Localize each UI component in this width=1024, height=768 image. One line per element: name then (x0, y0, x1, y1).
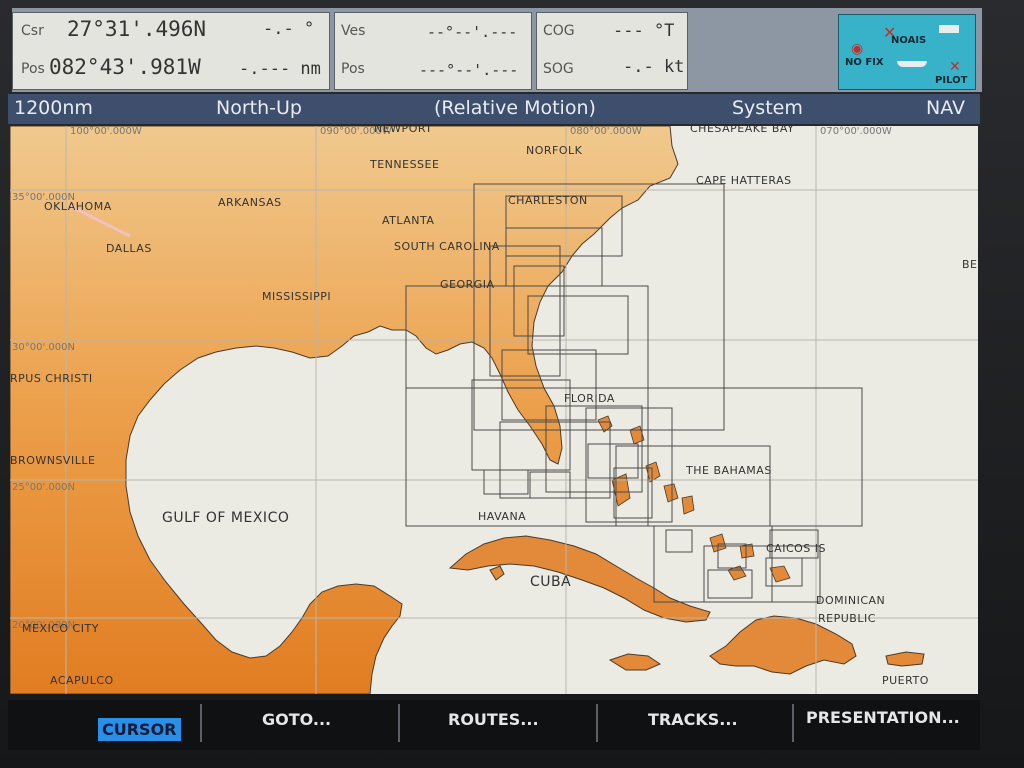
lon-label-080w: 080°00'.000W (570, 126, 642, 137)
lat-label-25n: 25°00'.000N (12, 482, 75, 493)
label-mexico-city: MEXICO CITY (22, 622, 99, 635)
label-corpus-christi: RPUS CHRISTI (10, 372, 93, 385)
label-brownsville: BROWNSVILLE (10, 454, 96, 467)
label-charleston: CHARLESTON (508, 194, 588, 207)
gps-icon: ◉ (851, 41, 864, 57)
presentation-softkey[interactable]: PRESENTATION... (806, 708, 960, 727)
orientation-mode[interactable]: North-Up (216, 97, 302, 119)
label-mississippi: MISSISSIPPI (262, 290, 332, 303)
label-newport: NEWPORT (374, 126, 433, 135)
data-header: Csr 27°31'.496N -.- ° Pos 082°43'.981W -… (12, 8, 982, 92)
noais-status: NOAIS (891, 35, 927, 46)
softkey-divider (596, 704, 598, 742)
mode-bar: 1200nm North-Up (Relative Motion) System… (8, 94, 980, 124)
status-panel: ✕ NOAIS ◉ NO FIX ✕ PILOT (838, 14, 976, 90)
label-puerto: PUERTO (882, 674, 929, 687)
label-cuba: CUBA (530, 574, 572, 590)
softkey-divider (792, 704, 794, 742)
cursor-bearing: -.- ° (263, 19, 315, 39)
label-chesapeake-bay: CHESAPEAKE BAY (690, 126, 795, 135)
chart-canvas[interactable] (10, 126, 978, 694)
cursor-longitude: 082°43'.981W (49, 55, 201, 79)
label-arkansas: ARKANSAS (218, 196, 282, 209)
label-dominican: DOMINICAN (816, 594, 886, 607)
label-georgia: GEORGIA (440, 278, 495, 291)
cog-label: COG (543, 23, 575, 39)
ves-label: Ves (341, 23, 366, 39)
pilot-icon: ✕ (949, 59, 961, 75)
label-tennessee: TENNESSEE (370, 158, 440, 171)
chart-view[interactable]: 100°00'.000W 090°00'.000W 080°00'.000W 0… (10, 126, 978, 694)
label-be: BE (962, 258, 978, 271)
lon-label-100w: 100°00'.000W (70, 126, 142, 137)
vessel-latitude: --°--'.--- (427, 23, 518, 41)
pilot-status: PILOT (935, 75, 968, 86)
landmass-cuba (448, 535, 711, 623)
vessel-position-box: Ves --°--'.--- Pos ---°--'.--- (334, 12, 532, 90)
label-acapulco: ACAPULCO (50, 674, 114, 687)
cursor-softkey[interactable]: CURSOR (98, 718, 181, 741)
softkey-divider (398, 704, 400, 742)
label-dallas: DALLAS (106, 242, 152, 255)
boat-icon (897, 61, 927, 67)
bahamas-islands (597, 415, 791, 583)
antenna-icon (939, 25, 959, 33)
sog-value: -.- kt (623, 57, 685, 77)
label-florida: FLORIDA (564, 392, 615, 405)
pos-label: Pos (21, 61, 45, 77)
label-cape-hatteras: CAPE HATTERAS (696, 174, 792, 187)
landmass-puerto-rico (885, 651, 925, 667)
system-label: System (732, 97, 803, 119)
lon-label-070w: 070°00'.000W (820, 126, 892, 137)
cog-value: --- °T (613, 21, 675, 41)
range-scale[interactable]: 1200nm (14, 97, 93, 119)
vessel-pos-label: Pos (341, 61, 365, 77)
tracks-softkey[interactable]: TRACKS... (648, 710, 738, 729)
softkey-divider (200, 704, 202, 742)
nav-mode: NAV (926, 97, 965, 119)
vessel-longitude: ---°--'.--- (419, 61, 519, 79)
landmass-isle-of-youth (489, 565, 505, 581)
label-republic: REPUBLIC (818, 612, 876, 625)
label-atlanta: ATLANTA (382, 214, 435, 227)
label-norfolk: NORFOLK (526, 144, 583, 157)
goto-softkey[interactable]: GOTO... (262, 710, 331, 729)
label-havana: HAVANA (478, 510, 527, 523)
course-speed-box: COG --- °T SOG -.- kt (536, 12, 688, 90)
label-south-carolina: SOUTH CAROLINA (394, 240, 500, 253)
sog-label: SOG (543, 61, 574, 77)
label-caicos-is: CAICOS IS (766, 542, 826, 555)
label-the-bahamas: THE BAHAMAS (686, 464, 772, 477)
routes-softkey[interactable]: ROUTES... (448, 710, 539, 729)
label-oklahoma: OKLAHOMA (44, 200, 112, 213)
nofix-status: NO FIX (845, 57, 884, 68)
cursor-position-box: Csr 27°31'.496N -.- ° Pos 082°43'.981W -… (12, 12, 330, 90)
landmass-jamaica (608, 653, 662, 671)
softkey-bar: CURSOR GOTO... ROUTES... TRACKS... PRESE… (8, 700, 980, 750)
csr-label: Csr (21, 23, 44, 39)
label-gulf-of-mexico: GULF OF MEXICO (162, 510, 290, 526)
cursor-latitude: 27°31'.496N (67, 17, 207, 41)
motion-mode[interactable]: (Relative Motion) (434, 97, 596, 119)
cursor-range: -.--- nm (239, 59, 321, 79)
lat-label-30n: 30°00'.000N (12, 342, 75, 353)
